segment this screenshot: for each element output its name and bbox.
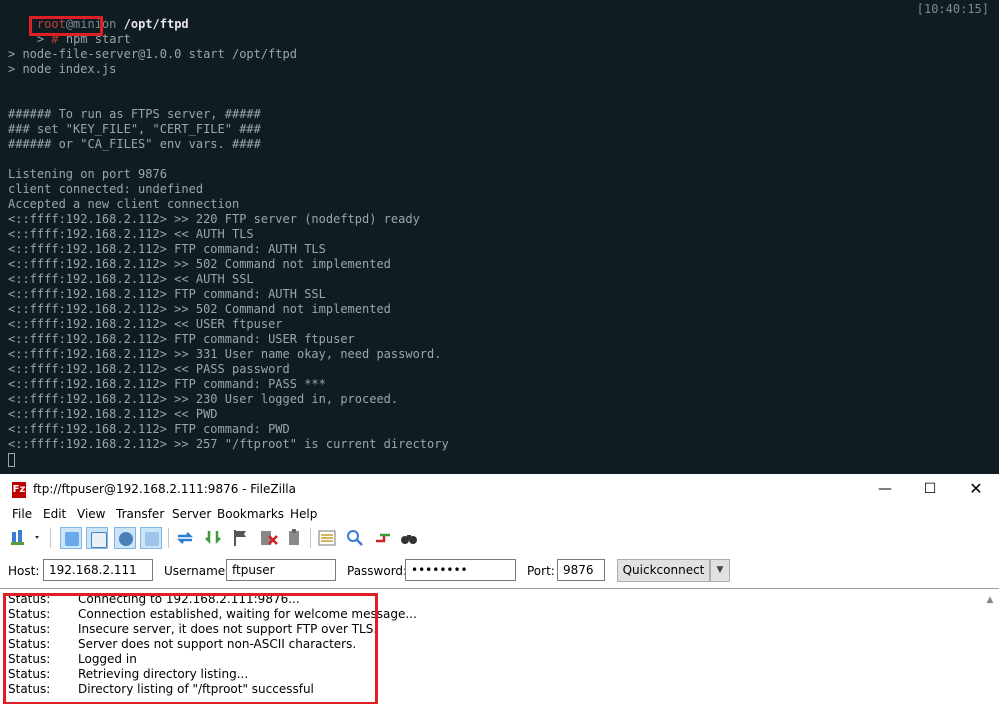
window-title: ftp://ftpuser@192.168.2.111:9876 - FileZ… <box>33 482 296 496</box>
terminal-window[interactable]: root@minion /opt/ftpd [10:40:15] > # npm… <box>0 0 999 474</box>
toolbar-separator <box>310 528 311 548</box>
log-highlight-box <box>3 593 378 704</box>
terminal-output-line: client connected: undefined <box>8 182 204 196</box>
filezilla-app-icon: Fz <box>12 482 26 498</box>
scroll-up-arrow-icon[interactable]: ▲ <box>984 595 996 605</box>
terminal-cursor <box>8 453 15 467</box>
maximize-button[interactable]: ☐ <box>915 478 945 500</box>
terminal-output-line: <::ffff:192.168.2.112> >> 257 "/ftproot"… <box>8 437 449 451</box>
terminal-output-line: <::ffff:192.168.2.112> FTP command: PASS… <box>8 377 326 391</box>
menu-transfer[interactable]: Transfer <box>116 507 164 521</box>
terminal-output-line: <::ffff:192.168.2.112> FTP command: PWD <box>8 422 290 436</box>
terminal-output-line: <::ffff:192.168.2.112> << PASS password <box>8 362 290 376</box>
port-label: Port: <box>527 564 555 578</box>
terminal-output-line: <::ffff:192.168.2.112> << AUTH TLS <box>8 227 254 241</box>
username-input[interactable] <box>226 559 336 581</box>
username-label: Username: <box>164 564 230 578</box>
cancel-operation-icon[interactable] <box>230 527 252 549</box>
terminal-output-line: > node-file-server@1.0.0 start /opt/ftpd <box>8 47 297 61</box>
title-bar[interactable]: Fz ftp://ftpuser@192.168.2.111:9876 - Fi… <box>0 474 999 504</box>
reconnect-icon[interactable] <box>284 527 306 549</box>
terminal-output-line: <::ffff:192.168.2.112> >> 230 User logge… <box>8 392 399 406</box>
close-button[interactable]: ✕ <box>961 478 991 500</box>
menu-server[interactable]: Server <box>172 507 211 521</box>
toolbar-separator <box>50 528 51 548</box>
terminal-output-line: <::ffff:192.168.2.112> FTP command: AUTH… <box>8 287 326 301</box>
filezilla-window: Fz ftp://ftpuser@192.168.2.111:9876 - Fi… <box>0 474 999 704</box>
terminal-output-line: ###### or "CA_FILES" env vars. #### <box>8 137 261 151</box>
menu-edit[interactable]: Edit <box>43 507 66 521</box>
terminal-path: /opt/ftpd <box>123 17 189 31</box>
minimize-button[interactable]: — <box>870 478 900 500</box>
host-input[interactable] <box>43 559 153 581</box>
toggle-comparison-icon[interactable] <box>344 527 366 549</box>
process-queue-icon[interactable] <box>202 527 224 549</box>
message-log[interactable]: Status: Connecting to 192.168.2.111:9876.… <box>0 588 999 704</box>
search-remote-icon[interactable] <box>398 527 420 549</box>
toggle-message-log-icon[interactable] <box>60 527 82 549</box>
disconnect-icon[interactable] <box>258 527 280 549</box>
menu-view[interactable]: View <box>77 507 105 521</box>
menu-bar: File Edit View Transfer Server Bookmarks… <box>0 506 999 524</box>
quickconnect-bar: Host: Username: Password: Port: Quickcon… <box>0 554 999 586</box>
quickconnect-history-dropdown[interactable]: ▼ <box>710 559 730 582</box>
toggle-transfer-queue-icon[interactable] <box>140 527 162 549</box>
terminal-output-line: <::ffff:192.168.2.112> << PWD <box>8 407 218 421</box>
menu-help[interactable]: Help <box>290 507 317 521</box>
quickconnect-button[interactable]: Quickconnect <box>617 559 710 582</box>
password-label: Password: <box>347 564 408 578</box>
menu-bookmarks[interactable]: Bookmarks <box>217 507 284 521</box>
terminal-output-line: <::ffff:192.168.2.112> >> 220 FTP server… <box>8 212 420 226</box>
toolbar-separator <box>168 528 169 548</box>
menu-file[interactable]: File <box>12 507 32 521</box>
terminal-output-line: <::ffff:192.168.2.112> >> 502 Command no… <box>8 257 391 271</box>
terminal-output-line: Accepted a new client connection <box>8 197 240 211</box>
command-highlight-box <box>29 16 103 36</box>
terminal-output-line: ### set "KEY_FILE", "CERT_FILE" ### <box>8 122 261 136</box>
password-input[interactable] <box>405 559 516 581</box>
terminal-output-line: <::ffff:192.168.2.112> << USER ftpuser <box>8 317 283 331</box>
terminal-output-line: <::ffff:192.168.2.112> >> 331 User name … <box>8 347 442 361</box>
terminal-prompt-header: root@minion /opt/ftpd [10:40:15] <box>8 2 989 31</box>
refresh-icon[interactable] <box>174 527 196 549</box>
terminal-output-line: > node index.js <box>8 62 117 76</box>
terminal-output-line: <::ffff:192.168.2.112> << AUTH SSL <box>8 272 254 286</box>
port-input[interactable] <box>557 559 605 581</box>
terminal-output-line: <::ffff:192.168.2.112> FTP command: USER… <box>8 332 355 346</box>
host-label: Host: <box>8 564 40 578</box>
site-manager-icon[interactable] <box>8 527 44 549</box>
terminal-output-line: <::ffff:192.168.2.112> FTP command: AUTH… <box>8 242 326 256</box>
directory-listing-filters-icon[interactable] <box>316 527 338 549</box>
terminal-output-line: ###### To run as FTPS server, ##### <box>8 107 261 121</box>
terminal-output-line: Listening on port 9876 <box>8 167 167 181</box>
synchronized-browsing-icon[interactable] <box>372 527 394 549</box>
toolbar <box>0 524 999 552</box>
terminal-output-line: <::ffff:192.168.2.112> >> 502 Command no… <box>8 302 391 316</box>
toggle-local-tree-icon[interactable] <box>86 527 108 549</box>
toggle-remote-tree-icon[interactable] <box>114 527 136 549</box>
terminal-clock: [10:40:15] <box>916 2 989 16</box>
